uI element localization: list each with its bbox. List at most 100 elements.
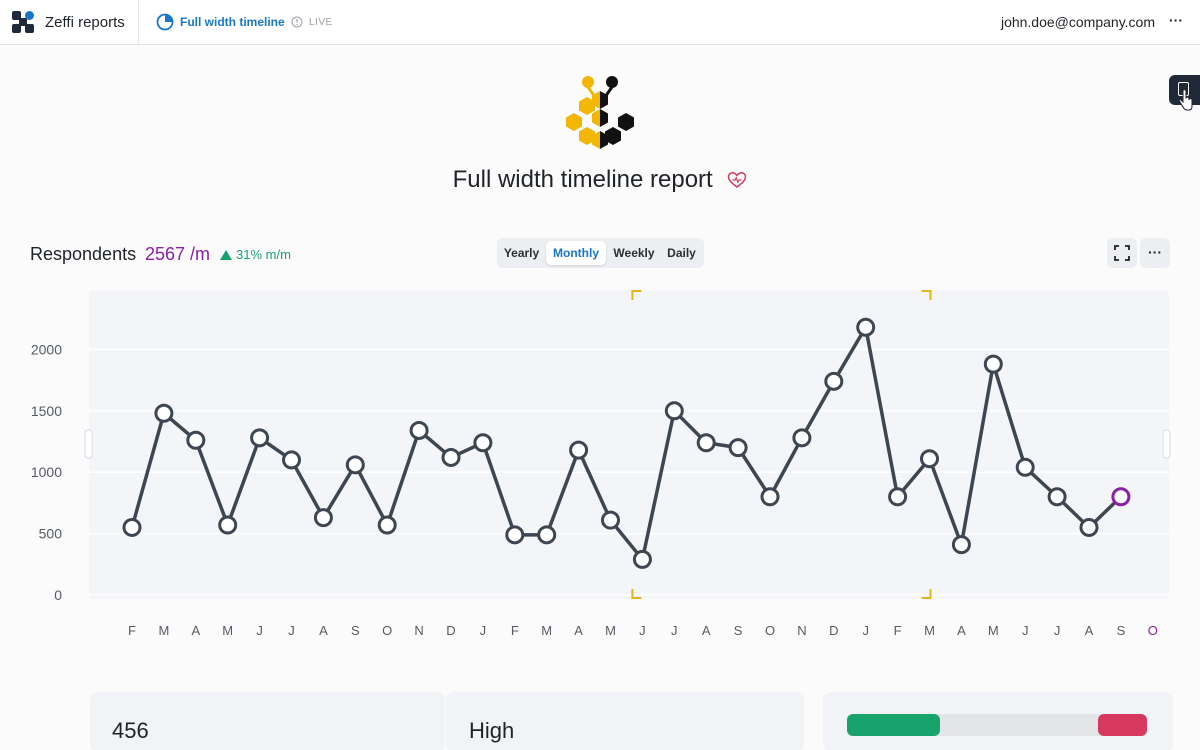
- user-email[interactable]: john.doe@company.com: [1001, 14, 1155, 30]
- x-tick-label: J: [862, 623, 869, 638]
- live-status-badge: LIVE: [309, 17, 333, 28]
- period-monthly-button[interactable]: Monthly: [546, 241, 606, 265]
- x-tick-label: M: [988, 623, 999, 638]
- timeline-chart: 0 500 1000 1500 2000 F M A M J J A S O N D J F M A M J J A S O N D…: [31, 290, 1171, 638]
- x-tick-label: M: [605, 623, 616, 638]
- topbar-divider: [138, 0, 139, 45]
- x-tick-label: A: [957, 623, 966, 638]
- x-tick-label: M: [158, 623, 169, 638]
- top-bar: Zeffi reports Full width timeline LIVE j…: [0, 0, 1200, 45]
- metric-value: 2567 /m: [145, 244, 211, 264]
- y-tick-label: 0: [54, 587, 62, 603]
- right-range-handle[interactable]: [1162, 429, 1171, 459]
- left-range-handle[interactable]: [84, 429, 93, 459]
- data-point[interactable]: [983, 354, 1003, 374]
- period-weekly-button[interactable]: Weekly: [609, 241, 659, 265]
- fullscreen-button[interactable]: [1107, 238, 1137, 268]
- summary-card-count: 456: [90, 692, 445, 750]
- x-tick-label: M: [924, 623, 935, 638]
- distribution-negative-segment: [1098, 714, 1147, 736]
- more-options-icon[interactable]: ···: [1169, 12, 1183, 28]
- data-point[interactable]: [505, 525, 525, 545]
- chart-more-button[interactable]: ···: [1140, 238, 1170, 268]
- data-point[interactable]: [728, 438, 748, 458]
- distribution-bar: [847, 714, 1147, 736]
- y-tick-label: 1000: [31, 464, 62, 480]
- period-selector: Yearly Monthly Weekly Daily: [497, 238, 704, 268]
- x-tick-label: O: [765, 623, 775, 638]
- x-tick-label: O: [1148, 623, 1158, 638]
- x-tick-label: A: [319, 623, 328, 638]
- report-title: Full width timeline report: [0, 165, 1200, 194]
- data-point[interactable]: [601, 510, 620, 530]
- y-tick-label: 500: [39, 526, 63, 542]
- data-point[interactable]: [122, 517, 142, 537]
- x-tick-label: A: [191, 623, 200, 638]
- metric-trend: 31% m/m: [220, 247, 291, 262]
- x-tick-label: F: [894, 623, 902, 638]
- x-tick-label: S: [1117, 623, 1126, 638]
- data-point[interactable]: [282, 450, 301, 470]
- data-point[interactable]: [920, 449, 939, 469]
- period-yearly-button[interactable]: Yearly: [500, 241, 543, 265]
- data-point[interactable]: [1047, 487, 1067, 507]
- expand-icon: [1114, 245, 1130, 261]
- plot-area: [89, 290, 1169, 599]
- heart-pulse-icon[interactable]: [727, 171, 747, 189]
- data-point[interactable]: [856, 317, 876, 337]
- data-point[interactable]: [888, 487, 908, 507]
- x-tick-label: F: [128, 623, 136, 638]
- x-tick-label: J: [1054, 623, 1061, 638]
- x-tick-label: F: [511, 623, 519, 638]
- pointer-cursor-icon: [1178, 90, 1193, 111]
- x-tick-label: M: [222, 623, 233, 638]
- x-tick-label: A: [574, 623, 583, 638]
- more-icon: ···: [1148, 244, 1162, 260]
- data-point[interactable]: [345, 455, 365, 475]
- x-tick-label: D: [829, 623, 838, 638]
- data-point[interactable]: [250, 428, 270, 448]
- info-icon: [291, 16, 303, 28]
- data-point[interactable]: [664, 401, 684, 421]
- x-tick-label: M: [541, 623, 552, 638]
- app-name[interactable]: Zeffi reports: [45, 14, 125, 31]
- data-point[interactable]: [696, 433, 716, 453]
- x-tick-label: S: [734, 623, 743, 638]
- app-logo-icon[interactable]: [12, 11, 34, 33]
- x-tick-label: J: [671, 623, 678, 638]
- distribution-positive-segment: [847, 714, 940, 736]
- x-tick-label: A: [1085, 623, 1094, 638]
- data-point[interactable]: [760, 487, 780, 507]
- data-point[interactable]: [441, 447, 461, 467]
- data-point[interactable]: [218, 515, 238, 535]
- card-level-value: High: [469, 718, 515, 743]
- report-logo-icon: [566, 76, 634, 149]
- data-point[interactable]: [1079, 517, 1099, 537]
- x-tick-label: A: [702, 623, 711, 638]
- y-tick-label: 1500: [31, 403, 62, 419]
- x-tick-label: J: [639, 623, 646, 638]
- data-point[interactable]: [792, 428, 812, 448]
- period-daily-button[interactable]: Daily: [662, 241, 701, 265]
- y-tick-label: 2000: [31, 341, 62, 357]
- data-point[interactable]: [569, 440, 589, 460]
- x-tick-label: O: [382, 623, 392, 638]
- data-point[interactable]: [186, 430, 206, 450]
- data-point[interactable]: [537, 525, 557, 545]
- current-data-point[interactable]: [1111, 487, 1131, 507]
- data-point[interactable]: [1015, 457, 1035, 477]
- x-tick-label: D: [446, 623, 455, 638]
- report-title-text: Full width timeline report: [452, 165, 713, 193]
- card-count-value: 456: [112, 718, 149, 743]
- data-point[interactable]: [824, 371, 844, 391]
- breadcrumb-report[interactable]: Full width timeline: [180, 15, 285, 29]
- data-point[interactable]: [377, 515, 397, 535]
- pie-chart-icon: [156, 13, 174, 31]
- data-point[interactable]: [313, 508, 333, 528]
- data-point[interactable]: [473, 433, 493, 453]
- summary-card-level: High: [446, 692, 804, 750]
- data-point[interactable]: [409, 420, 429, 440]
- data-point[interactable]: [154, 403, 174, 423]
- data-point[interactable]: [632, 549, 652, 569]
- data-point[interactable]: [951, 535, 971, 555]
